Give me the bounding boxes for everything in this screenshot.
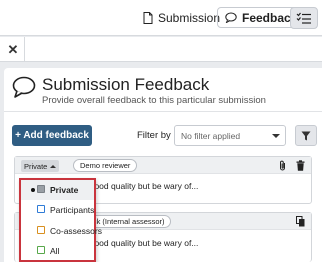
page-subtitle: Provide overall feedback to this particu…	[42, 95, 266, 106]
visibility-toggle[interactable]: Private	[21, 160, 60, 172]
document-icon	[143, 12, 153, 24]
close-button[interactable]: ✕	[4, 39, 22, 60]
filter-icon	[301, 131, 311, 140]
divider	[24, 37, 25, 61]
filter-select[interactable]: No filter applied	[174, 125, 286, 146]
close-bar: ✕	[0, 37, 322, 62]
nav-submission-label: Submission	[158, 11, 221, 25]
private-swatch-icon	[37, 185, 45, 193]
feedback-card-header: Private Demo reviewer	[15, 157, 311, 174]
checklist-icon	[296, 12, 311, 24]
menu-item-label: Participants	[50, 205, 95, 215]
filter-select-value: No filter applied	[181, 130, 241, 141]
feedback-text: f good quality but be wary of...	[85, 181, 199, 191]
menu-item-label: Co-assessors	[50, 226, 102, 236]
menu-item-label: Private	[50, 185, 79, 195]
chat-icon	[225, 12, 237, 23]
visibility-dropdown-menu: Private Participants Co-assessors All	[19, 178, 102, 262]
trash-icon[interactable]	[296, 160, 305, 171]
visibility-label: Private	[24, 161, 48, 171]
feedback-text: f good quality but be wary of...	[85, 238, 199, 248]
checklist-menu-button[interactable]	[290, 7, 318, 29]
menu-item-all[interactable]: All	[21, 241, 94, 261]
copy-icon[interactable]	[296, 216, 305, 227]
chevron-down-icon	[272, 134, 280, 138]
page-title: Submission Feedback	[42, 75, 210, 94]
panel-header: Submission Feedback Provide overall feed…	[4, 68, 322, 112]
paperclip-icon[interactable]	[278, 160, 287, 171]
all-swatch-icon	[37, 246, 45, 254]
top-bar: Submission Feedback	[0, 0, 322, 36]
reviewer-badge: Demo reviewer	[73, 159, 138, 172]
chevron-up-icon	[50, 164, 57, 168]
menu-item-co-assessors[interactable]: Co-assessors	[21, 221, 102, 241]
menu-item-private[interactable]: Private	[21, 180, 94, 200]
nav-submission-link[interactable]: Submission	[143, 8, 220, 28]
co-assessors-swatch-icon	[37, 226, 45, 234]
selected-dot-icon	[31, 188, 35, 192]
add-feedback-button[interactable]: + Add feedback	[12, 125, 92, 146]
filter-label: Filter by	[137, 130, 171, 141]
filter-button[interactable]	[295, 125, 317, 146]
speech-bubble-icon	[12, 76, 36, 98]
close-icon: ✕	[7, 41, 19, 57]
menu-item-participants[interactable]: Participants	[21, 200, 94, 220]
menu-item-label: All	[50, 246, 60, 256]
participants-swatch-icon	[37, 205, 45, 213]
